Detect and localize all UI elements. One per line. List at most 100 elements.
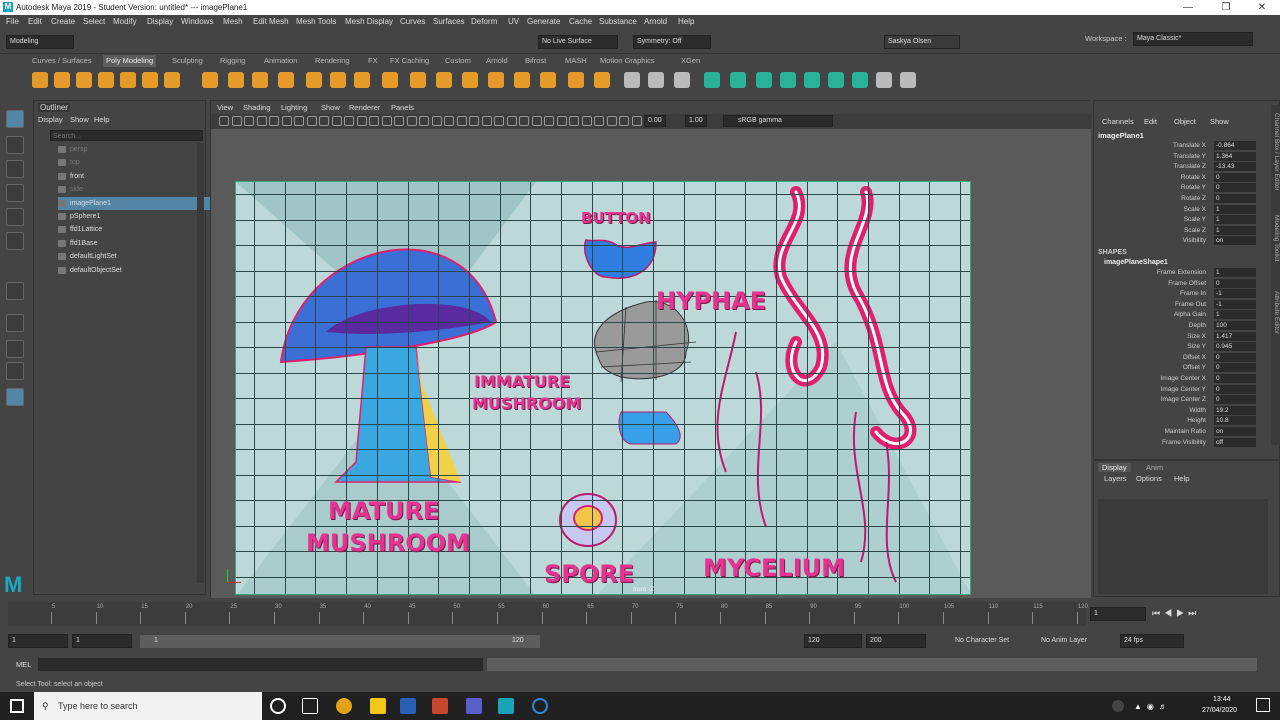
shelf-tool-icon[interactable] <box>674 72 690 88</box>
channel-value[interactable]: 0 <box>1214 363 1256 373</box>
paint-select-icon[interactable] <box>6 160 24 178</box>
channel-row[interactable]: Frame Visibility off <box>1094 437 1264 448</box>
menu-edit[interactable]: Edit <box>28 17 42 26</box>
shelf-tab-fx-caching[interactable]: FX Caching <box>390 56 429 65</box>
viewport-menu-show[interactable]: Show <box>321 103 340 112</box>
channel-value[interactable]: 1.364 <box>1214 151 1256 161</box>
symmetry-dropdown[interactable]: Symmetry: Off <box>633 35 711 49</box>
viewport-tool-icon[interactable] <box>406 116 417 126</box>
viewport-tool-icon[interactable] <box>231 116 242 126</box>
channel-value[interactable]: 0 <box>1214 384 1256 394</box>
shelf-tab-motion-graphics[interactable]: Motion Graphics <box>600 56 655 65</box>
menu-substance[interactable]: Substance <box>599 17 637 26</box>
viewport-tool-icon[interactable] <box>631 116 642 126</box>
channel-row[interactable]: Rotate Z 0 <box>1094 194 1264 204</box>
viewport-tool-icon[interactable] <box>469 116 479 126</box>
viewport-tool-icon[interactable] <box>281 116 292 126</box>
rotate-tool-icon[interactable] <box>6 208 24 226</box>
exposure-field[interactable]: 0.00 <box>644 115 666 127</box>
shelf-tool-icon[interactable] <box>852 72 868 88</box>
channel-row[interactable]: Size Y 0.945 <box>1094 342 1264 352</box>
shelf-tab-custom[interactable]: Custom <box>445 56 471 65</box>
workspace-dropdown[interactable]: Maya Classic* <box>1133 32 1253 46</box>
shelf-tool-icon[interactable] <box>164 72 180 88</box>
menu-mesh-display[interactable]: Mesh Display <box>345 17 393 26</box>
channel-row[interactable]: Image Center Y 0 <box>1094 384 1264 395</box>
viewport-tool-icon[interactable] <box>506 116 517 126</box>
menu-generate[interactable]: Generate <box>527 17 560 26</box>
live-surface-dropdown[interactable]: No Live Surface <box>538 35 618 49</box>
shelf-tool-icon[interactable] <box>202 72 218 88</box>
viewport-menu-shading[interactable]: Shading <box>243 103 271 112</box>
shelf-tool-icon[interactable] <box>436 72 452 88</box>
shelf-tool-icon[interactable] <box>488 72 504 88</box>
viewport-tool-icon[interactable] <box>481 116 492 126</box>
shelf-tab-rigging[interactable]: Rigging <box>220 56 245 65</box>
powerpoint-icon[interactable] <box>432 698 448 714</box>
channel-value[interactable]: 1 <box>1214 225 1256 235</box>
channel-value[interactable]: on <box>1214 427 1256 436</box>
end-time-field[interactable]: 200 <box>866 634 926 648</box>
viewport-tool-icon[interactable] <box>294 116 304 126</box>
viewport-tool-icon[interactable] <box>531 116 542 126</box>
menu-select[interactable]: Select <box>83 17 105 26</box>
viewport-tool-icon[interactable] <box>344 116 354 126</box>
channel-row[interactable]: Translate X -0.864 <box>1094 141 1264 151</box>
maximize-icon[interactable]: ❐ <box>1208 0 1244 15</box>
shelf-tool-icon[interactable] <box>278 72 294 88</box>
shelf-tool-icon[interactable] <box>594 72 610 88</box>
four-pane-layout-icon[interactable] <box>6 314 24 332</box>
shelf-tool-icon[interactable] <box>648 72 664 88</box>
menu-curves[interactable]: Curves <box>400 17 425 26</box>
menu-set-dropdown[interactable]: Modeling <box>6 35 74 49</box>
mel-input[interactable] <box>38 658 483 671</box>
character-set[interactable]: No Character Set <box>955 637 1009 644</box>
menu-file[interactable]: File <box>6 17 19 26</box>
chrome-icon[interactable] <box>336 698 352 714</box>
shelf-tab-mash[interactable]: MASH <box>565 56 587 65</box>
channel-row[interactable]: Rotate X 0 <box>1094 172 1264 183</box>
viewport-menu-panels[interactable]: Panels <box>391 103 414 112</box>
channel-value[interactable]: 100 <box>1214 321 1256 330</box>
channel-value[interactable]: 1 <box>1214 268 1256 277</box>
viewport-tool-icon[interactable] <box>331 116 342 126</box>
layers-menu-options[interactable]: Options <box>1136 474 1162 483</box>
edge-icon[interactable] <box>532 698 548 714</box>
playback-start-field[interactable]: 1 <box>72 634 132 648</box>
menu-mesh[interactable]: Mesh <box>223 17 243 26</box>
viewport-tool-icon[interactable] <box>544 116 554 126</box>
viewport-tool-icon[interactable] <box>619 116 629 126</box>
menu-cache[interactable]: Cache <box>569 17 592 26</box>
tab-anim[interactable]: Anim <box>1146 463 1163 472</box>
channel-row[interactable]: Alpha Gain 1 <box>1094 310 1264 320</box>
outliner-layout-icon[interactable] <box>6 388 24 406</box>
channel-row[interactable]: Width 19.2 <box>1094 405 1264 416</box>
channel-menu-object[interactable]: Object <box>1174 117 1196 126</box>
channel-row[interactable]: Depth 100 <box>1094 321 1264 331</box>
viewport-menu-renderer[interactable]: Renderer <box>349 103 380 112</box>
channel-value[interactable]: 1 <box>1214 204 1256 214</box>
viewport-tool-icon[interactable] <box>556 116 567 126</box>
outliner-search-input[interactable] <box>51 132 191 141</box>
time-slider[interactable]: 5 10 15 20 25 30 35 40 45 50 55 60 65 70 75 80 85 90 95 100… <box>0 602 1280 628</box>
shelf-tab-rendering[interactable]: Rendering <box>315 56 350 65</box>
channel-row[interactable]: Frame In -1 <box>1094 289 1264 299</box>
shelf-tool-icon[interactable] <box>252 72 268 88</box>
help-tray-icon[interactable] <box>1112 700 1124 712</box>
gamma-field[interactable]: 1.00 <box>685 115 707 127</box>
fps-dropdown[interactable]: 24 fps <box>1120 634 1184 648</box>
menu-modify[interactable]: Modify <box>113 17 137 26</box>
outliner-menu-show[interactable]: Show <box>70 115 89 124</box>
channel-row[interactable]: Offset X 0 <box>1094 352 1264 363</box>
shelf-tool-icon[interactable] <box>98 72 114 88</box>
cortana-icon[interactable] <box>270 698 286 714</box>
channel-row[interactable]: Visibility on <box>1094 236 1264 246</box>
menu-uv[interactable]: UV <box>508 17 519 26</box>
viewport-3d-area[interactable]: BUTTON HYPHAE IMMATURE MUSHROOM MATURE M… <box>211 129 1091 598</box>
viewport-tool-icon[interactable] <box>494 116 504 126</box>
file-explorer-icon[interactable] <box>370 698 386 714</box>
maya-taskbar-icon[interactable] <box>498 698 514 714</box>
shelf-tool-icon[interactable] <box>876 72 892 88</box>
viewport-tool-icon[interactable] <box>269 116 279 126</box>
channel-value[interactable]: 0 <box>1214 194 1256 203</box>
